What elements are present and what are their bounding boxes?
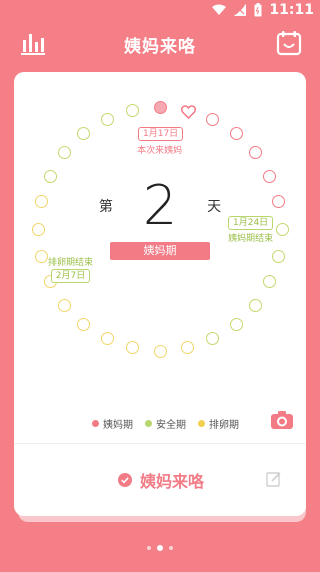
edit-icon[interactable] <box>266 471 282 487</box>
legend-item-period: 姨妈期 <box>92 416 133 431</box>
cycle-day-dot[interactable] <box>77 317 91 331</box>
status-icons <box>212 3 262 17</box>
period-start-label: 姨妈来咯 <box>140 472 205 491</box>
cycle-day-dot[interactable] <box>263 275 277 289</box>
cycle-day-dot[interactable] <box>229 127 243 141</box>
wifi-icon <box>212 4 226 15</box>
cycle-day-dot-today[interactable] <box>153 100 167 114</box>
phase-badge: 姨妈期 <box>110 242 210 260</box>
cycle-day-dot[interactable] <box>248 146 262 160</box>
legend: 姨妈期 安全期 排卵期 <box>92 416 239 431</box>
period-start-button[interactable]: 姨妈来咯 <box>118 468 204 492</box>
cycle-day-dot[interactable] <box>206 112 220 126</box>
check-circle-icon <box>118 473 132 487</box>
cycle-day-dot[interactable] <box>77 127 91 141</box>
clock: 11:11 <box>269 2 314 18</box>
cycle-center: 第 2 天 姨妈期 <box>14 176 306 260</box>
page-dot[interactable] <box>169 546 173 550</box>
cycle-day-dot[interactable] <box>153 344 167 358</box>
cycle-day-dot[interactable] <box>126 103 140 117</box>
signal-icon <box>234 4 246 16</box>
cycle-day-dot[interactable] <box>248 298 262 312</box>
cycle-day-dot[interactable] <box>100 332 114 346</box>
next-period-label: 本次来姨妈 <box>137 146 183 156</box>
page-title: 姨妈来咯 <box>124 37 196 57</box>
page-dot[interactable] <box>147 546 151 550</box>
legend-item-safe: 安全期 <box>145 416 186 431</box>
legend-item-ovulation: 排卵期 <box>198 416 239 431</box>
next-period-tag: 1月17日 本次来姨妈 <box>137 127 184 156</box>
cycle-day-dot[interactable] <box>229 317 243 331</box>
page-dot-active[interactable] <box>157 545 163 551</box>
ovulation-end-date: 2月7日 <box>50 269 91 283</box>
heart-icon[interactable] <box>180 104 196 119</box>
action-bar: 姨妈来咯 <box>14 444 306 516</box>
cycle-card: 1月17日 本次来姨妈 1月24日 姨妈期结束 排卵期结束 2月7日 第 2 天… <box>14 72 306 516</box>
app-header: 姨妈来咯 <box>0 22 320 66</box>
cycle-day-dot[interactable] <box>58 298 72 312</box>
cycle-day-dot[interactable] <box>58 146 72 160</box>
next-period-date: 1月17日 <box>138 127 184 141</box>
day-prefix: 第 <box>98 199 113 215</box>
day-suffix: 天 <box>207 199 222 215</box>
cycle-day-dot[interactable] <box>100 112 114 126</box>
battery-icon <box>254 3 262 17</box>
camera-icon[interactable] <box>270 410 294 430</box>
cycle-day-dot[interactable] <box>180 341 194 355</box>
status-bar: 11:11 <box>0 0 320 22</box>
calendar-icon[interactable] <box>276 30 302 56</box>
page-indicator <box>0 545 320 551</box>
cycle-day-number: 2 <box>142 174 178 237</box>
cycle-day-dot[interactable] <box>206 332 220 346</box>
cycle-day-dot[interactable] <box>126 341 140 355</box>
